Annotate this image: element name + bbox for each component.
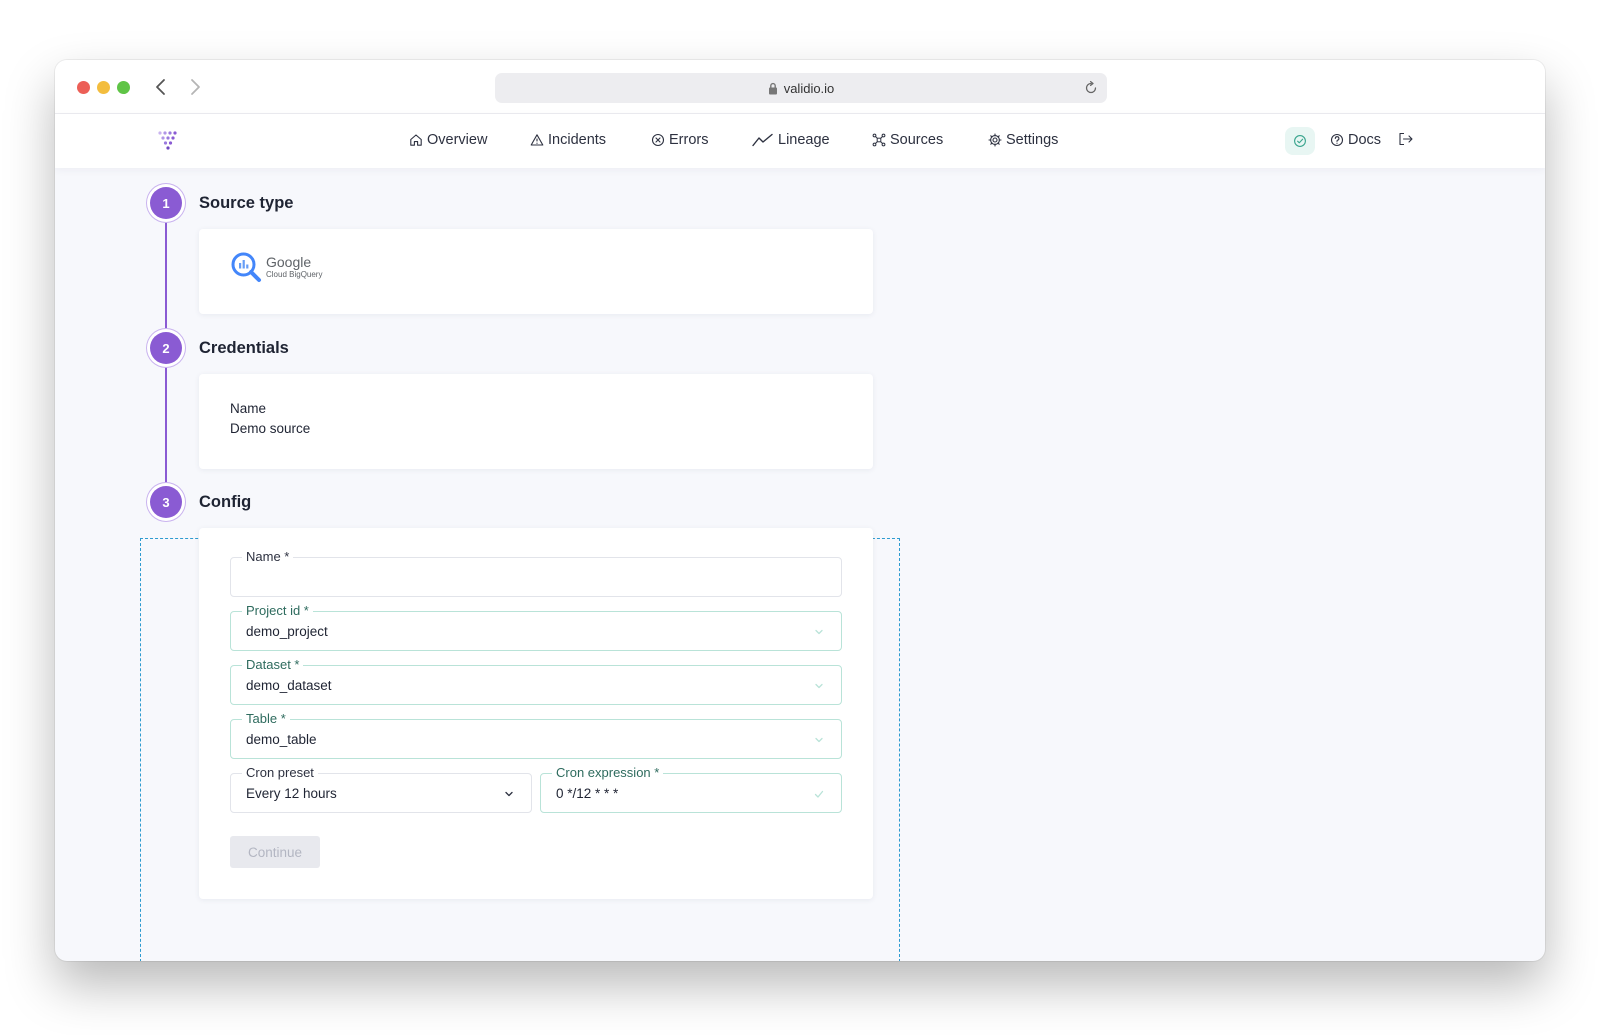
chevron-down-icon [813,679,825,697]
lock-icon [768,82,778,95]
warning-icon [530,134,544,146]
nav-sources[interactable]: Sources [872,132,943,148]
gear-icon [988,133,1002,147]
chevron-down-icon [813,625,825,643]
logout-button[interactable] [1398,132,1414,146]
bigquery-brand: Google [266,254,312,270]
step-2-title: Credentials [199,339,289,357]
dataset-select[interactable]: Dataset * demo_dataset [230,656,842,705]
project-id-value: demo_project [246,624,328,639]
config-card: Name * Project id * demo_project Dataset… [199,528,873,899]
cron-preset-select[interactable]: Cron preset Every 12 hours [230,764,532,813]
continue-button[interactable]: Continue [230,836,320,868]
help-circle-icon [1330,133,1344,147]
check-icon [813,787,825,805]
step-1-indicator: 1 [150,187,182,219]
table-label: Table * [242,710,290,728]
credentials-card[interactable]: Name Demo source [199,374,873,469]
nav-errors-label: Errors [669,132,709,148]
credential-name-value: Demo source [230,421,311,436]
project-id-label: Project id * [242,602,313,620]
bigquery-icon [231,252,261,282]
nav-settings[interactable]: Settings [988,132,1058,148]
cron-preset-value: Every 12 hours [246,786,337,801]
step-3-indicator: 3 [150,486,182,518]
main-content: 1 Source type Google Cloud BigQuery 2 Cr… [55,168,1545,961]
nav-settings-label: Settings [1006,132,1059,148]
dataset-label: Dataset * [242,656,304,674]
chevron-down-icon [503,787,515,805]
back-arrow-icon[interactable] [151,75,171,99]
config-name-field[interactable]: Name * [230,548,842,597]
dataset-value: demo_dataset [246,678,332,693]
cron-preset-label: Cron preset [242,764,318,782]
nav-docs-label: Docs [1348,132,1382,148]
source-type-card[interactable]: Google Cloud BigQuery [199,229,873,314]
nav-overview-label: Overview [427,132,488,148]
home-icon [410,134,422,146]
logout-icon [1399,132,1413,146]
validio-logo-icon[interactable] [157,128,181,157]
nav-incidents-label: Incidents [548,132,607,148]
step-1-title: Source type [199,194,294,212]
nav-sources-label: Sources [890,132,944,148]
address-bar[interactable]: validio.io [495,73,1107,103]
nav-overview[interactable]: Overview [409,132,487,148]
cron-expression-value: 0 */12 * * * [556,786,619,801]
app-navbar: Overview Incidents Errors Lineage Source… [55,114,1545,168]
credential-name-label: Name [230,401,267,416]
nav-incidents[interactable]: Incidents [530,132,606,148]
forward-arrow-icon[interactable] [185,75,205,99]
trend-icon [752,133,773,147]
check-circle-icon [1294,135,1306,147]
nav-lineage[interactable]: Lineage [752,132,830,148]
status-badge[interactable] [1285,127,1315,155]
bigquery-logo: Google Cloud BigQuery [230,251,322,283]
step-2-indicator: 2 [150,332,182,364]
close-window-button[interactable] [77,81,90,94]
step-connector [165,202,167,329]
nav-errors[interactable]: Errors [651,132,708,148]
chevron-down-icon [813,733,825,751]
nav-docs[interactable]: Docs [1330,132,1381,148]
project-id-select[interactable]: Project id * demo_project [230,602,842,651]
reload-icon[interactable] [1083,80,1099,99]
config-name-label: Name * [242,548,294,566]
bigquery-product: Cloud BigQuery [266,270,323,279]
table-value: demo_table [246,732,317,747]
nav-lineage-label: Lineage [778,132,830,148]
table-select[interactable]: Table * demo_table [230,710,842,759]
browser-titlebar: validio.io [55,60,1545,114]
cron-expression-input[interactable]: Cron expression * 0 */12 * * * [540,764,842,813]
browser-window: validio.io Overview Incidents Errors Lin… [55,60,1545,961]
nodes-icon [872,133,886,147]
step-3-title: Config [199,493,252,511]
minimize-window-button[interactable] [97,81,110,94]
circle-x-icon [651,133,665,147]
url-text: validio.io [783,80,835,96]
maximize-window-button[interactable] [117,81,130,94]
step-connector [165,346,167,502]
cron-expression-label: Cron expression * [552,764,664,782]
